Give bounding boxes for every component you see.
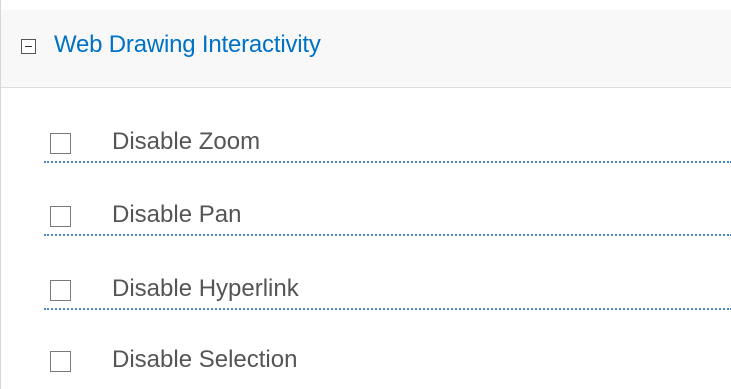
option-label: Disable Pan [112,201,242,228]
option-label: Disable Selection [112,346,298,373]
option-disable-pan[interactable]: Disable Pan [44,198,731,236]
disable-zoom-checkbox[interactable] [50,133,71,154]
section-title[interactable]: Web Drawing Interactivity [54,31,321,59]
section-header[interactable]: Web Drawing Interactivity [1,10,731,88]
option-disable-selection[interactable]: Disable Selection [44,343,731,379]
disable-selection-checkbox[interactable] [50,351,71,372]
option-disable-zoom[interactable]: Disable Zoom [44,125,731,163]
disable-hyperlink-checkbox[interactable] [50,280,71,301]
web-drawing-interactivity-panel: Web Drawing Interactivity Disable Zoom D… [0,0,731,389]
option-label: Disable Zoom [112,128,261,155]
option-label: Disable Hyperlink [112,275,299,302]
collapse-minus-icon[interactable] [21,39,36,54]
disable-pan-checkbox[interactable] [50,206,71,227]
option-disable-hyperlink[interactable]: Disable Hyperlink [44,272,731,310]
